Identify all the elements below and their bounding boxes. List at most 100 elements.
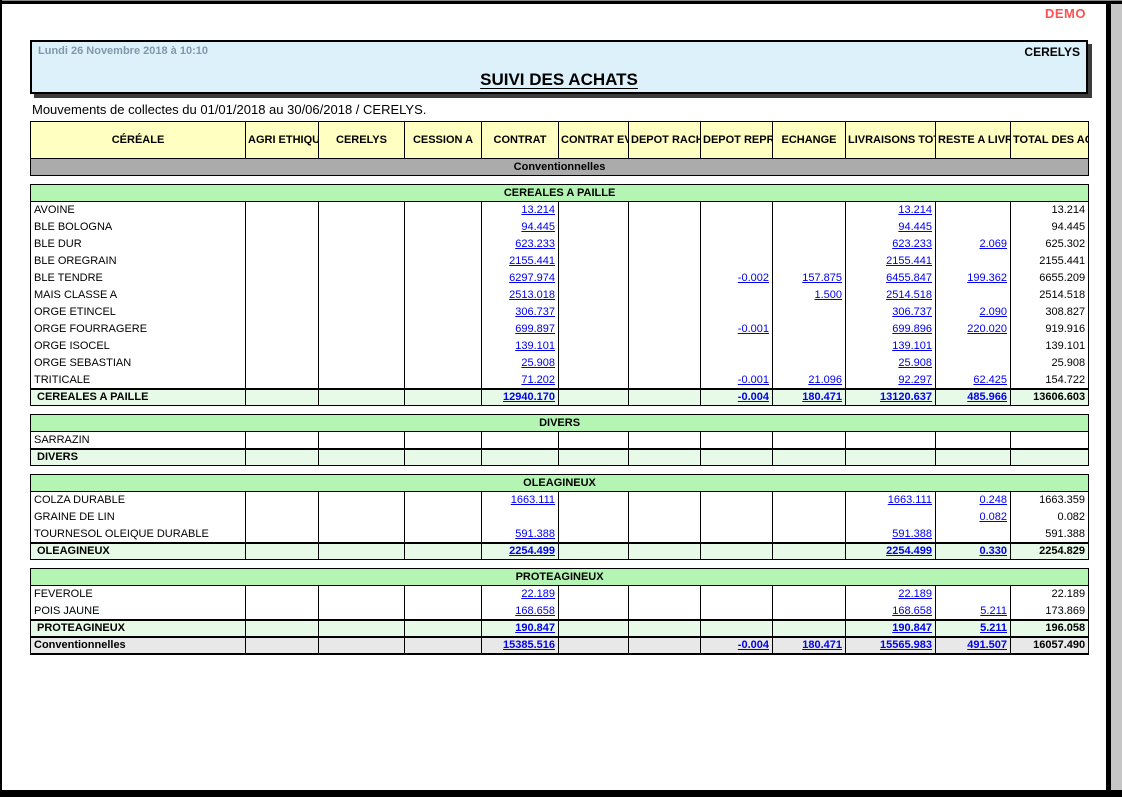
value-link[interactable]: 94.445 <box>521 221 555 233</box>
empty-cell <box>246 355 319 372</box>
value-link[interactable]: 15385.516 <box>503 639 555 651</box>
empty-cell <box>559 509 629 526</box>
value-link[interactable]: 94.445 <box>898 221 932 233</box>
value-link[interactable]: -0.001 <box>738 374 769 386</box>
value-link[interactable]: 13.214 <box>521 204 555 216</box>
value-link[interactable]: 62.425 <box>973 374 1007 386</box>
value-link[interactable]: 1.500 <box>814 289 842 301</box>
empty-cell <box>936 432 1011 449</box>
value-link[interactable]: 5.211 <box>980 622 1007 634</box>
value-link[interactable]: 1663.111 <box>888 494 932 506</box>
total-achats-value: 196.058 <box>1011 620 1089 637</box>
empty-cell <box>405 270 482 287</box>
value-link[interactable]: 168.658 <box>515 605 555 617</box>
value-link[interactable]: 2254.499 <box>886 545 932 557</box>
empty-cell <box>701 509 773 526</box>
value-link[interactable]: -0.001 <box>738 323 769 335</box>
value-link[interactable]: 306.737 <box>892 306 932 318</box>
empty-cell <box>773 355 846 372</box>
empty-cell <box>405 202 482 219</box>
value-link[interactable]: 1663.111 <box>511 494 555 506</box>
empty-cell <box>773 219 846 236</box>
value-link[interactable]: 2155.441 <box>509 255 555 267</box>
value-link[interactable]: 485.966 <box>967 391 1007 403</box>
empty-cell <box>559 543 629 560</box>
column-header-reste-a-livrer: RESTE A LIVRER <box>936 122 1011 159</box>
value-link[interactable]: 13.214 <box>898 204 932 216</box>
section-table-cereales-a-paille: CEREALES A PAILLEAVOINE13.21413.21413.21… <box>30 184 1089 406</box>
value-link[interactable]: 21.096 <box>808 374 842 386</box>
empty-cell <box>319 620 405 637</box>
empty-cell <box>773 526 846 543</box>
value-link[interactable]: -0.002 <box>738 272 769 284</box>
value-link[interactable]: 2.090 <box>979 306 1007 318</box>
value-link[interactable]: 2155.441 <box>886 255 932 267</box>
cereal-name: FEVEROLE <box>31 586 246 603</box>
value-link[interactable]: 190.847 <box>515 622 555 634</box>
value-link[interactable]: 139.101 <box>515 340 555 352</box>
empty-cell <box>559 603 629 620</box>
value-link[interactable]: 306.737 <box>515 306 555 318</box>
empty-cell <box>701 236 773 253</box>
value-link[interactable]: 2514.518 <box>886 289 932 301</box>
empty-cell <box>246 637 319 654</box>
value-link[interactable]: 12940.170 <box>503 391 555 403</box>
value-link[interactable]: 71.202 <box>521 374 555 386</box>
empty-cell <box>629 637 701 654</box>
empty-cell <box>405 509 482 526</box>
value-link[interactable]: 220.020 <box>967 323 1007 335</box>
value-link[interactable]: 699.897 <box>515 323 555 335</box>
value-link[interactable]: -0.004 <box>738 639 769 651</box>
value-link[interactable]: 623.233 <box>515 238 555 250</box>
value-link[interactable]: 25.908 <box>898 357 932 369</box>
empty-cell <box>319 202 405 219</box>
empty-cell <box>629 586 701 603</box>
window-frame-left <box>0 0 2 790</box>
column-header-echange: ECHANGE <box>773 122 846 159</box>
empty-cell <box>559 449 629 466</box>
value-link[interactable]: 22.189 <box>898 588 932 600</box>
empty-cell <box>246 236 319 253</box>
empty-cell <box>246 492 319 509</box>
cereal-name: MAIS CLASSE A <box>31 287 246 304</box>
value-link[interactable]: 2513.018 <box>509 289 555 301</box>
value-link[interactable]: 139.101 <box>892 340 932 352</box>
value-link[interactable]: 180.471 <box>802 391 842 403</box>
empty-cell <box>559 355 629 372</box>
value-link[interactable]: 491.507 <box>967 639 1007 651</box>
value-link[interactable]: 2254.499 <box>509 545 555 557</box>
value-link[interactable]: 13120.637 <box>880 391 932 403</box>
value-link[interactable]: 180.471 <box>802 639 842 651</box>
empty-cell <box>246 270 319 287</box>
value-link[interactable]: 6455.847 <box>886 272 932 284</box>
column-header-cerelys: CERELYS <box>319 122 405 159</box>
cereal-name: BLE TENDRE <box>31 270 246 287</box>
value-link[interactable]: 5.211 <box>980 605 1007 617</box>
empty-cell <box>405 620 482 637</box>
value-link[interactable]: 699.896 <box>892 323 932 335</box>
empty-cell <box>246 586 319 603</box>
total-achats-value: 94.445 <box>1011 219 1089 236</box>
value-link[interactable]: 199.362 <box>967 272 1007 284</box>
value-link[interactable]: 591.388 <box>892 528 932 540</box>
value-link[interactable]: 92.297 <box>898 374 932 386</box>
value-link[interactable]: 157.875 <box>802 272 842 284</box>
value-link[interactable]: 6297.974 <box>509 272 555 284</box>
value-link[interactable]: 2.069 <box>979 238 1007 250</box>
value-link[interactable]: -0.004 <box>738 391 769 403</box>
empty-cell <box>319 372 405 389</box>
empty-cell <box>246 253 319 270</box>
value-link[interactable]: 25.908 <box>521 357 555 369</box>
value-link[interactable]: 15565.983 <box>880 639 932 651</box>
value-link[interactable]: 0.082 <box>979 511 1007 523</box>
value-link[interactable]: 623.233 <box>892 238 932 250</box>
empty-cell <box>319 543 405 560</box>
empty-cell <box>319 219 405 236</box>
value-link[interactable]: 168.658 <box>892 605 932 617</box>
empty-cell <box>559 219 629 236</box>
value-link[interactable]: 0.248 <box>979 494 1007 506</box>
value-link[interactable]: 591.388 <box>515 528 555 540</box>
value-link[interactable]: 22.189 <box>521 588 555 600</box>
value-link[interactable]: 190.847 <box>892 622 932 634</box>
value-link[interactable]: 0.330 <box>979 545 1007 557</box>
